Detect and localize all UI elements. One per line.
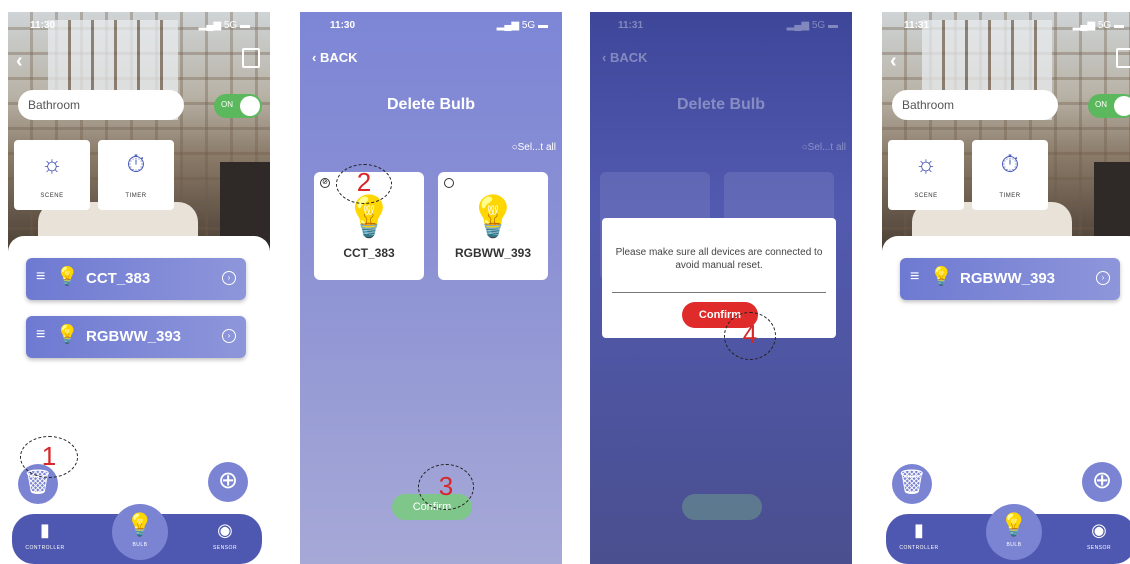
back-chevron-icon[interactable]: ‹ [890,50,897,73]
status-signal: ▂▄▆ 5G ▬ [786,20,838,31]
status-time: 11:30 [30,20,56,31]
confirm-button-dimmed [682,494,762,520]
room-background-photo [882,12,1130,252]
nav-bulb[interactable]: 💡 BULB [986,504,1042,560]
add-bulb-button[interactable]: ⊕ [1082,462,1122,502]
nav-bulb[interactable]: 💡 BULB [112,504,168,560]
back-button[interactable]: ‹ BACK [312,50,358,65]
status-time: 11:30 [330,20,356,31]
page-title: Delete Bulb [386,96,475,113]
stopwatch-icon: ⏱ [1000,151,1020,178]
back-chevron-icon[interactable]: ‹ [16,50,23,73]
back-button: ‹ BACK [602,50,648,65]
bottom-nav: ▮ CONTROLLER 💡 BULB ◉ SENSOR [886,504,1130,564]
step-marker-3: 3 [418,464,474,510]
edit-photo-icon[interactable] [242,48,260,68]
timer-tile[interactable]: ⏱ TIMER [98,140,174,210]
rgb-bulb-icon: 💡 [56,324,79,344]
step-marker-4: 4 [724,312,776,360]
rgb-bulb-icon: 💡 [468,195,518,239]
bulb-name: RGBWW_393 [960,270,1056,287]
sun-moon-icon: ☼ [915,151,937,178]
drag-handle-icon[interactable]: ≡ [36,326,45,344]
timer-tile[interactable]: ⏱ TIMER [972,140,1048,210]
status-signal: ▂▄▆ 5G ▬ [496,20,548,31]
details-arrow-icon[interactable]: › [222,271,236,285]
timer-label: TIMER [125,193,147,199]
select-radio-icon[interactable]: ⊘ [320,178,330,188]
status-time: 11:31 [618,20,644,31]
room-name-field[interactable] [18,90,184,120]
bulb-name: RGBWW_393 [86,328,182,345]
drag-handle-icon[interactable]: ≡ [910,268,919,286]
bulb-name: RGBWW_393 [454,246,531,260]
bulb-card-rgbww[interactable]: 💡 RGBWW_393 [438,172,548,280]
screen-home-after: 11:31 ▂▄▆ 5G ▬ ‹ ON ☼ SCENE ⏱ TIMER ≡ 💡 … [882,12,1130,564]
step-marker-1: 1 [20,436,78,478]
status-signal: ▂▄▆ 5G ▬ [1072,20,1124,31]
select-radio-icon[interactable] [444,178,454,188]
status-time: 11:31 [904,20,930,31]
scene-label: SCENE [914,193,938,199]
scene-tile[interactable]: ☼ SCENE [888,140,964,210]
rgb-bulb-icon: 💡 [930,266,953,286]
stopwatch-icon: ⏱ [126,151,146,178]
scene-tile[interactable]: ☼ SCENE [14,140,90,210]
nav-sensor[interactable]: ◉ SENSOR [200,520,250,551]
dialog-message: Please make sure all devices are connect… [615,247,823,271]
nav-controller[interactable]: ▮ CONTROLLER [20,520,70,551]
screen-delete-bulb: 11:30 ▂▄▆ 5G ▬ ‹ BACK Delete Bulb ○Sel..… [300,12,562,564]
delete-bulb-button[interactable]: 🗑 [892,464,932,504]
bulb-row-rgbww[interactable]: ≡ 💡 RGBWW_393 › [26,316,246,358]
bulb-row-cct[interactable]: ≡ 💡 CCT_383 › [26,258,246,300]
page-title: Delete Bulb [676,96,765,113]
room-name-field[interactable] [892,90,1058,120]
nav-controller[interactable]: ▮ CONTROLLER [894,520,944,551]
confirm-dialog: Please make sure all devices are connect… [602,218,836,338]
status-signal: ▂▄▆ 5G ▬ [198,20,250,31]
power-toggle[interactable]: ON [1088,94,1130,118]
bottom-nav: ▮ CONTROLLER 💡 BULB ◉ SENSOR [12,504,262,564]
details-arrow-icon[interactable]: › [222,329,236,343]
drag-handle-icon[interactable]: ≡ [36,268,45,286]
power-toggle[interactable]: ON [214,94,262,118]
room-background-photo [8,12,270,252]
details-arrow-icon[interactable]: › [1096,271,1110,285]
timer-label: TIMER [999,193,1021,199]
dialog-divider [612,292,826,293]
toggle-label: ON [1095,100,1107,109]
select-all-option: ○Sel...t all [801,142,846,153]
sun-moon-icon: ☼ [41,151,63,178]
bulb-name: CCT_383 [86,270,151,287]
add-bulb-button[interactable]: ⊕ [208,462,248,502]
screen-confirm-dialog: 11:31 ▂▄▆ 5G ▬ ‹ BACK Delete Bulb ○Sel..… [590,12,852,564]
edit-photo-icon[interactable] [1116,48,1130,68]
scene-label: SCENE [40,193,64,199]
select-all-option[interactable]: ○Sel...t all [512,142,556,153]
bulb-name: CCT_383 [343,246,395,260]
bulb-row-rgbww[interactable]: ≡ 💡 RGBWW_393 › [900,258,1120,300]
nav-sensor[interactable]: ◉ SENSOR [1074,520,1124,551]
screen-home-before: 11:30 ▂▄▆ 5G ▬ ‹ ON ☼ SCENE ⏱ TIMER ≡ 💡 … [8,12,270,564]
toggle-label: ON [221,100,233,109]
bulb-outline-icon: 💡 [56,266,79,286]
step-marker-2: 2 [336,164,392,204]
